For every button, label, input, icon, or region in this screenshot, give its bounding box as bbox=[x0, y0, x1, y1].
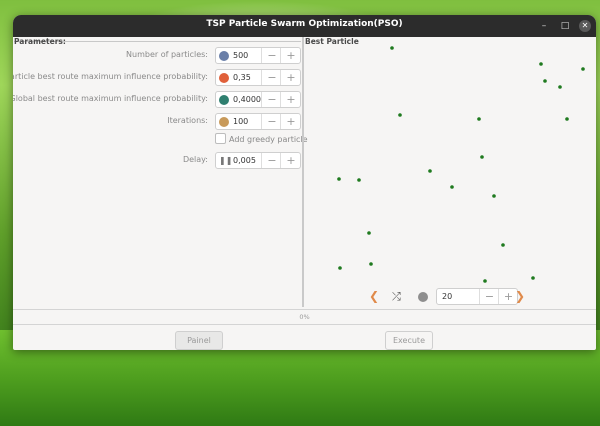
increment-button[interactable]: + bbox=[280, 114, 301, 129]
number-of-particles-label: Number of particles: bbox=[126, 50, 208, 59]
app-window: TSP Particle Swarm Optimization(PSO) – □… bbox=[13, 15, 596, 350]
city-point bbox=[428, 169, 432, 173]
globe-icon bbox=[219, 95, 229, 105]
parameters-frame-title: Parameters: bbox=[14, 37, 66, 46]
delay-label: Delay: bbox=[182, 155, 208, 164]
decrement-button[interactable]: − bbox=[261, 92, 282, 107]
city-point bbox=[581, 67, 585, 71]
particle-best-influence-value[interactable]: 0,35 bbox=[233, 73, 251, 82]
iterations-label: Iterations: bbox=[167, 116, 208, 125]
pause-icon: ❚❚ bbox=[219, 156, 233, 165]
increment-button[interactable]: + bbox=[280, 70, 301, 85]
increment-button[interactable]: + bbox=[280, 153, 301, 168]
decrement-button[interactable]: − bbox=[479, 289, 499, 304]
best-particle-plot bbox=[337, 46, 585, 283]
delay-value[interactable]: 0,005 bbox=[233, 156, 256, 165]
add-greedy-particle-checkbox[interactable]: Add greedy particle bbox=[215, 133, 308, 144]
city-point bbox=[398, 113, 402, 117]
title-bar: TSP Particle Swarm Optimization(PSO) – □… bbox=[13, 15, 596, 37]
iterations-spinbox[interactable]: 100 − + bbox=[215, 113, 301, 130]
city-point bbox=[450, 185, 454, 189]
increment-button[interactable]: + bbox=[280, 48, 301, 63]
city-point bbox=[492, 194, 496, 198]
city-point bbox=[357, 178, 361, 182]
checkbox-box[interactable] bbox=[215, 133, 226, 144]
city-point bbox=[565, 117, 569, 121]
previous-button[interactable]: ❮ bbox=[369, 289, 379, 303]
number-of-particles-value[interactable]: 500 bbox=[233, 51, 248, 60]
window-title: TSP Particle Swarm Optimization(PSO) bbox=[206, 19, 403, 29]
city-point bbox=[338, 266, 342, 270]
record-icon[interactable] bbox=[418, 292, 428, 302]
city-point bbox=[531, 276, 535, 280]
city-point bbox=[477, 117, 481, 121]
maximize-button[interactable]: □ bbox=[559, 20, 571, 32]
close-button[interactable]: ✕ bbox=[579, 20, 591, 32]
pane-divider[interactable] bbox=[302, 37, 304, 307]
city-point bbox=[558, 85, 562, 89]
increment-button[interactable]: + bbox=[280, 92, 301, 107]
cookie-icon bbox=[219, 117, 229, 127]
burst-icon bbox=[219, 73, 229, 83]
progress-bar: 0% bbox=[13, 311, 596, 323]
delay-spinbox[interactable]: ❚❚ 0,005 − + bbox=[215, 152, 301, 169]
speed-spinbox[interactable]: 20 − + bbox=[436, 288, 518, 305]
execute-button[interactable]: Execute bbox=[385, 331, 433, 350]
decrement-button[interactable]: − bbox=[261, 153, 282, 168]
global-best-influence-spinbox[interactable]: 0,4000 − + bbox=[215, 91, 301, 108]
city-point bbox=[367, 231, 371, 235]
next-button[interactable]: ❯ bbox=[515, 289, 525, 303]
decrement-button[interactable]: − bbox=[261, 48, 282, 63]
global-best-influence-value[interactable]: 0,4000 bbox=[233, 95, 261, 104]
city-point bbox=[543, 79, 547, 83]
painel-button[interactable]: Painel bbox=[175, 331, 223, 350]
number-of-particles-spinbox[interactable]: 500 − + bbox=[215, 47, 301, 64]
city-point bbox=[539, 62, 543, 66]
city-point bbox=[501, 243, 505, 247]
speed-value[interactable]: 20 bbox=[442, 292, 452, 301]
particle-best-influence-spinbox[interactable]: 0,35 − + bbox=[215, 69, 301, 86]
city-point bbox=[337, 177, 341, 181]
shuffle-icon[interactable]: ⤮ bbox=[392, 290, 401, 304]
iterations-value[interactable]: 100 bbox=[233, 117, 248, 126]
minimize-button[interactable]: – bbox=[538, 20, 550, 32]
decrement-button[interactable]: − bbox=[261, 114, 282, 129]
separator bbox=[13, 309, 596, 310]
add-greedy-particle-label: Add greedy particle bbox=[229, 135, 308, 144]
city-point bbox=[390, 46, 394, 50]
city-point bbox=[369, 262, 373, 266]
particles-icon bbox=[219, 51, 229, 61]
separator bbox=[13, 324, 596, 325]
city-point bbox=[480, 155, 484, 159]
progress-text: 0% bbox=[299, 313, 310, 321]
particle-best-influence-label: Particle best route maximum influence pr… bbox=[13, 72, 208, 81]
global-best-influence-label: Global best route maximum influence prob… bbox=[13, 94, 208, 103]
city-point bbox=[483, 279, 487, 283]
decrement-button[interactable]: − bbox=[261, 70, 282, 85]
